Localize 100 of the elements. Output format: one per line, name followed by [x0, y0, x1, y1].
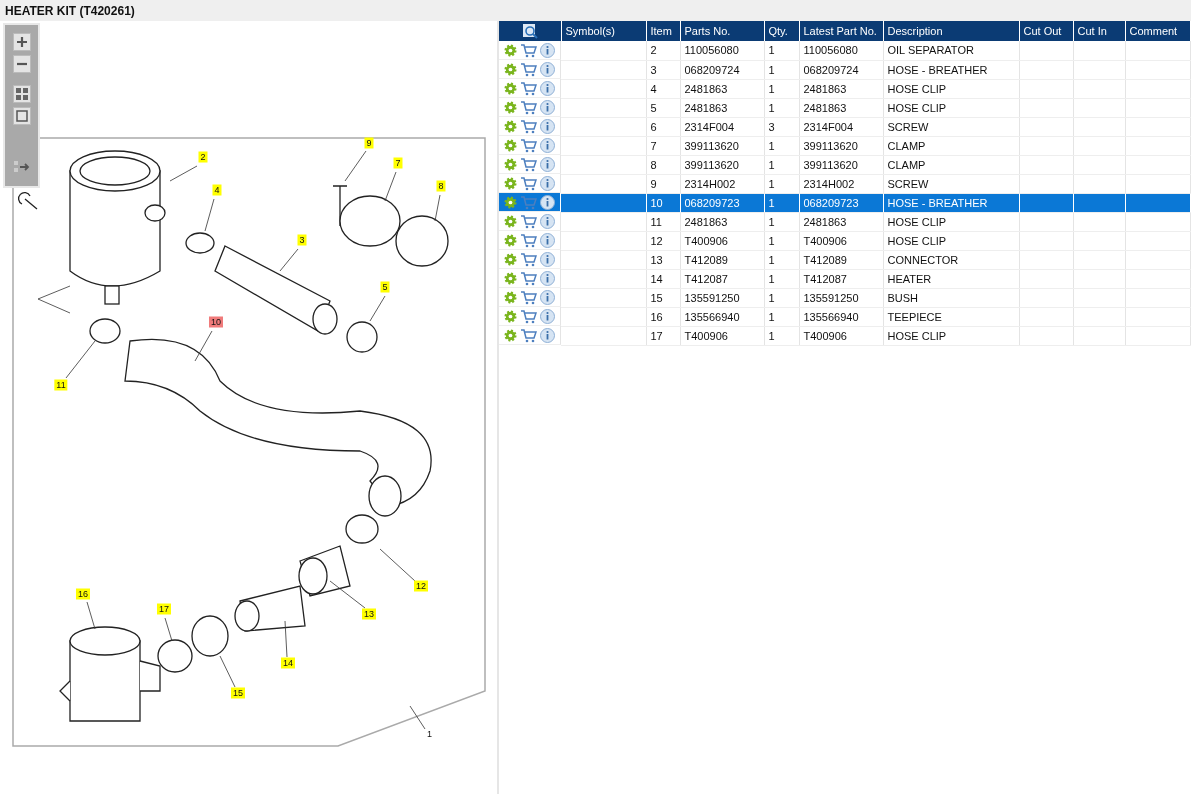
gear-icon[interactable]	[504, 100, 517, 114]
cart-icon[interactable]	[520, 327, 537, 343]
table-row[interactable]: 6 2314F004 3 2314F004 SCREW	[499, 117, 1190, 136]
table-cell: T412087	[799, 269, 883, 288]
callout-label[interactable]: 7	[393, 157, 403, 169]
table-cell: T400906	[799, 326, 883, 345]
gear-icon[interactable]	[504, 157, 517, 171]
zoom-in-icon[interactable]	[12, 33, 31, 51]
gear-icon[interactable]	[504, 138, 517, 152]
table-row[interactable]: 7 399113620 1 399113620 CLAMP	[499, 136, 1190, 155]
column-header[interactable]: Cut In	[1073, 21, 1125, 41]
gear-icon[interactable]	[504, 43, 517, 57]
callout-label[interactable]: 16	[76, 588, 90, 600]
info-icon[interactable]	[540, 42, 555, 58]
gear-icon[interactable]	[504, 328, 517, 342]
column-header[interactable]: Description	[883, 21, 1019, 41]
info-icon[interactable]	[540, 175, 555, 191]
info-icon[interactable]	[540, 118, 555, 134]
callout-label[interactable]: 17	[157, 603, 171, 615]
column-header[interactable]: Item	[646, 21, 680, 41]
cart-icon[interactable]	[520, 118, 537, 134]
table-cell: 3	[646, 60, 680, 79]
info-icon[interactable]	[540, 232, 555, 248]
table-cell: 1	[764, 174, 799, 193]
callout-label[interactable]: 5	[380, 281, 390, 293]
table-row[interactable]: 3 068209724 1 068209724 HOSE - BREATHER	[499, 60, 1190, 79]
table-row[interactable]: 9 2314H002 1 2314H002 SCREW	[499, 174, 1190, 193]
gear-icon[interactable]	[504, 119, 517, 133]
table-row[interactable]: 15 135591250 1 135591250 BUSH	[499, 288, 1190, 307]
cart-icon[interactable]	[520, 308, 537, 324]
gear-icon[interactable]	[504, 176, 517, 190]
info-icon[interactable]	[540, 270, 555, 286]
callout-label[interactable]: 13	[362, 608, 376, 620]
cart-icon[interactable]	[520, 61, 537, 77]
table-row[interactable]: 4 2481863 1 2481863 HOSE CLIP	[499, 79, 1190, 98]
gear-icon[interactable]	[504, 62, 517, 76]
info-icon[interactable]	[540, 251, 555, 267]
column-header[interactable]: Latest Part No.	[799, 21, 883, 41]
cart-icon[interactable]	[520, 99, 537, 115]
column-header[interactable]: Parts No.	[680, 21, 764, 41]
info-icon[interactable]	[540, 99, 555, 115]
table-row[interactable]: 2 110056080 1 110056080 OIL SEPARATOR	[499, 41, 1190, 60]
gear-icon[interactable]	[504, 233, 517, 247]
column-header[interactable]: Cut Out	[1019, 21, 1073, 41]
callout-label[interactable]: 9	[364, 137, 374, 149]
info-icon[interactable]	[540, 80, 555, 96]
table-cell: 1	[764, 250, 799, 269]
table-row[interactable]: 11 2481863 1 2481863 HOSE CLIP	[499, 212, 1190, 231]
gear-icon[interactable]	[504, 271, 517, 285]
gear-icon[interactable]	[504, 214, 517, 228]
info-icon[interactable]	[540, 289, 555, 305]
cart-icon[interactable]	[520, 175, 537, 191]
gear-icon[interactable]	[504, 195, 517, 209]
table-row[interactable]: 13 T412089 1 T412089 CONNECTOR	[499, 250, 1190, 269]
table-cell: 3	[764, 117, 799, 136]
callout-label[interactable]: 10	[209, 316, 223, 328]
table-cell: 5	[646, 98, 680, 117]
cart-icon[interactable]	[520, 251, 537, 267]
info-icon[interactable]	[540, 327, 555, 343]
callout-label[interactable]: 3	[297, 234, 307, 246]
table-row[interactable]: 17 T400906 1 T400906 HOSE CLIP	[499, 326, 1190, 345]
info-icon[interactable]	[540, 61, 555, 77]
callout-label[interactable]: 11	[54, 379, 68, 391]
info-icon[interactable]	[540, 213, 555, 229]
column-header[interactable]: Qty.	[764, 21, 799, 41]
column-header[interactable]: Comment	[1125, 21, 1190, 41]
info-icon[interactable]	[540, 308, 555, 324]
cart-icon[interactable]	[520, 80, 537, 96]
cart-icon[interactable]	[520, 156, 537, 172]
column-header[interactable]: Symbol(s)	[561, 21, 646, 41]
table-row[interactable]: 10 068209723 1 068209723 HOSE - BREATHER	[499, 193, 1190, 212]
table-row[interactable]: 16 135566940 1 135566940 TEEPIECE	[499, 307, 1190, 326]
cart-icon[interactable]	[520, 289, 537, 305]
cart-icon[interactable]	[520, 42, 537, 58]
gear-icon[interactable]	[504, 252, 517, 266]
search-icon[interactable]	[521, 23, 538, 39]
cart-icon[interactable]	[520, 232, 537, 248]
gear-icon[interactable]	[504, 81, 517, 95]
info-icon[interactable]	[540, 156, 555, 172]
table-row[interactable]: 12 T400906 1 T400906 HOSE CLIP	[499, 231, 1190, 250]
callout-label[interactable]: 4	[212, 184, 222, 196]
cart-icon[interactable]	[520, 270, 537, 286]
callout-label[interactable]: 15	[231, 687, 245, 699]
grid-icon[interactable]	[12, 85, 31, 103]
gear-icon[interactable]	[504, 309, 517, 323]
table-row[interactable]: 14 T412087 1 T412087 HEATER	[499, 269, 1190, 288]
callout-label[interactable]: 12	[414, 580, 428, 592]
cart-icon[interactable]	[520, 213, 537, 229]
info-icon[interactable]	[540, 194, 555, 210]
fit-window-icon[interactable]	[12, 107, 31, 125]
table-cell: HEATER	[883, 269, 1019, 288]
callout-label[interactable]: 2	[198, 151, 208, 163]
zoom-out-icon[interactable]	[12, 55, 31, 73]
table-row[interactable]: 5 2481863 1 2481863 HOSE CLIP	[499, 98, 1190, 117]
info-icon[interactable]	[540, 137, 555, 153]
table-row[interactable]: 8 399113620 1 399113620 CLAMP	[499, 155, 1190, 174]
callout-label[interactable]: 8	[436, 180, 446, 192]
cart-icon[interactable]	[520, 137, 537, 153]
gear-icon[interactable]	[504, 290, 517, 304]
callout-label[interactable]: 14	[281, 657, 295, 669]
